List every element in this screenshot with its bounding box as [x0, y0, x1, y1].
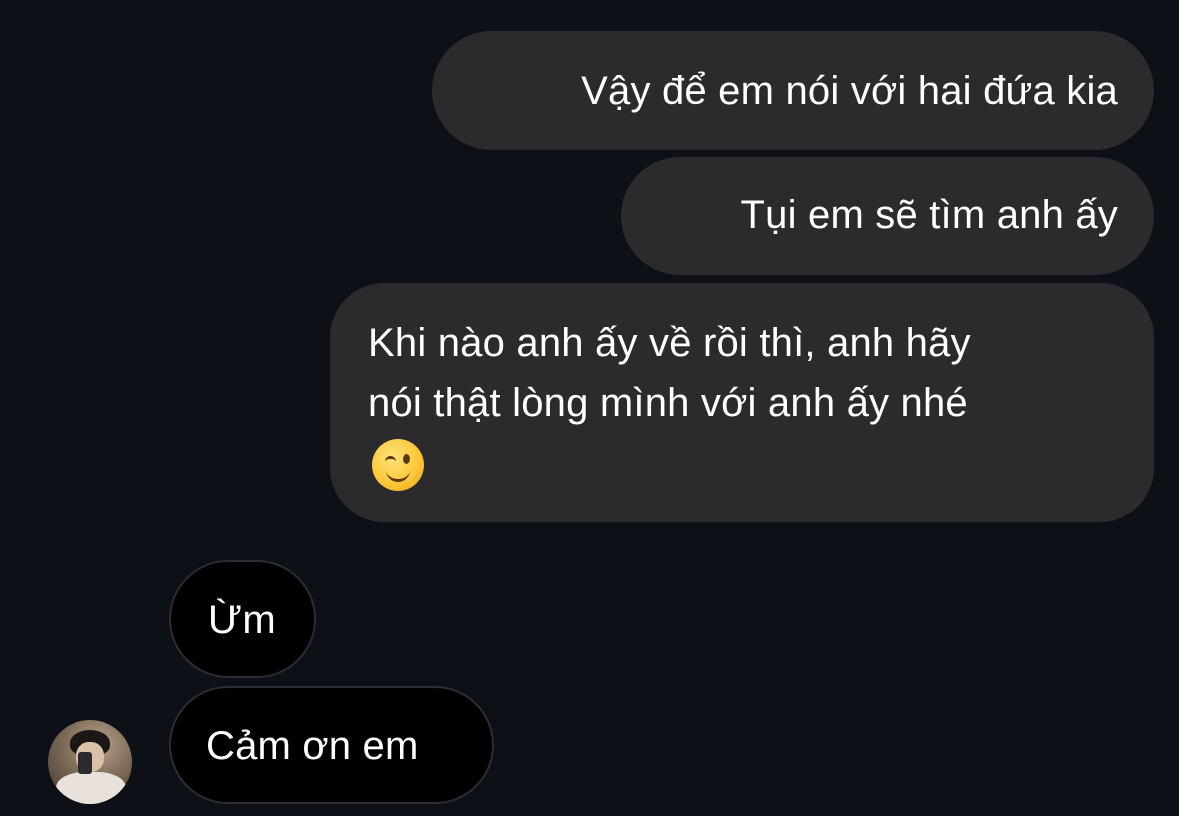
avatar-photo-body [56, 772, 126, 804]
emoji-eye-wink [385, 456, 396, 464]
winking-face-emoji-icon [372, 439, 424, 491]
emoji-eye [403, 454, 410, 464]
message-text: Ừm [208, 598, 276, 642]
outgoing-message-bubble[interactable]: Vậy để em nói với hai đứa kia [432, 31, 1154, 150]
outgoing-message-bubble[interactable]: Khi nào anh ấy về rồi thì, anh hãy nói t… [330, 283, 1154, 522]
message-text: Vậy để em nói với hai đứa kia [581, 69, 1118, 113]
incoming-message-bubble[interactable]: Cảm ơn em [169, 686, 494, 804]
chat-thread: Vậy để em nói với hai đứa kia Tụi em sẽ … [0, 0, 1179, 816]
message-text: Khi nào anh ấy về rồi thì, anh hãy [368, 321, 971, 365]
outgoing-message-bubble[interactable]: Tụi em sẽ tìm anh ấy [621, 157, 1154, 275]
message-text: Tụi em sẽ tìm anh ấy [740, 193, 1118, 237]
avatar-photo-phone [78, 752, 92, 774]
message-text: nói thật lòng mình với anh ấy nhé [368, 381, 968, 425]
contact-avatar[interactable] [48, 720, 132, 804]
emoji-mouth [386, 467, 410, 482]
message-text: Cảm ơn em [206, 724, 419, 768]
incoming-message-bubble[interactable]: Ừm [169, 560, 316, 678]
